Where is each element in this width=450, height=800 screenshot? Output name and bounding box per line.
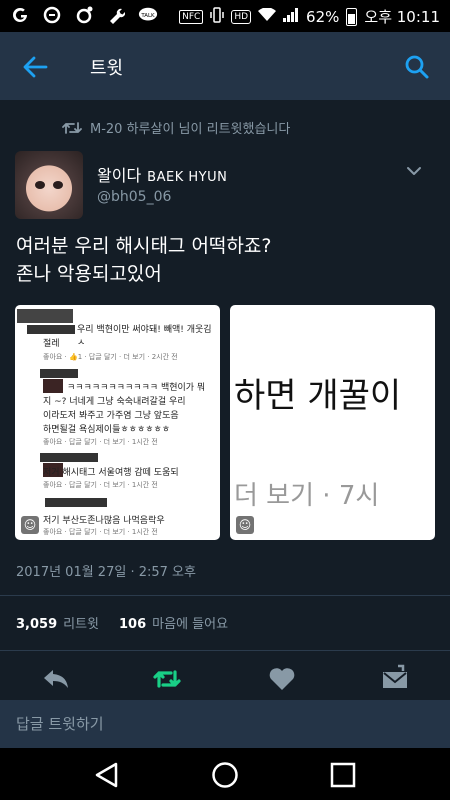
retweet-count: 3,059 <box>16 617 58 632</box>
like-count-label: 마음에 들어요 <box>152 617 229 632</box>
kakaotalk-icon: TALK <box>138 5 158 25</box>
heart-icon[interactable] <box>267 664 297 694</box>
s-icon <box>42 5 62 25</box>
reply-composer[interactable]: 답글 트윗하기 <box>0 700 450 748</box>
media-image-1[interactable]: 우리 백현이만 써야돼! 빼액! 개웃김 ㅅ 절레 좋아요 · 👍1 · 답글 … <box>15 305 220 540</box>
talk-label: TALK <box>140 13 155 19</box>
author-handle[interactable]: @bh05_06 <box>97 189 171 205</box>
comment-meta: 좋아요 · 👍1 · 답글 달기 · 더 보기 · 2시간 전 <box>43 353 178 361</box>
settings-icon <box>74 5 94 25</box>
tweet-stats[interactable]: 3,059 리트윗 106 마음에 들어요 <box>16 613 228 632</box>
tweet-actions <box>0 660 450 700</box>
hd-icon: HD <box>231 9 252 24</box>
comment-text: ㅋㅋㅋㅋㅋㅋㅋㅋㅋㅋㅋ 백현이가 뭐 <box>67 383 206 393</box>
reply-input-placeholder[interactable]: 답글 트윗하기 <box>16 713 104 734</box>
tweet-timestamp: 2017년 01월 27일 · 2:57 오후 <box>16 565 196 580</box>
wrench-icon <box>106 5 126 25</box>
wifi-icon <box>258 6 277 26</box>
retweeted-by[interactable]: M-20 하루살이 님이 리트윗했습니다 <box>62 118 290 137</box>
reply-icon[interactable] <box>41 664 71 694</box>
nav-back-icon[interactable] <box>92 760 122 790</box>
vibrate-icon <box>210 6 225 27</box>
nav-recents-icon[interactable] <box>328 760 358 790</box>
nfc-icon: NFC <box>179 9 204 24</box>
app-bar: 트윗 <box>0 32 450 100</box>
comment-text: 지 ~? 너네게 그냥 숙숙내려갈걸 우리 <box>43 397 186 407</box>
direct-message-icon[interactable] <box>380 664 410 694</box>
battery-percent: 62% <box>306 7 340 26</box>
comment-text: 저기 부산도존나많음 나먹음락우 <box>43 516 165 526</box>
display-name: 왈이다 <box>97 166 142 185</box>
retweet-icon[interactable] <box>152 664 182 694</box>
nav-home-icon[interactable] <box>210 760 240 790</box>
signal-icon <box>283 7 299 26</box>
sticker-icon[interactable]: ☺ <box>236 516 254 534</box>
comment-text: 이라도저 봐주고 가주염 그냥 앞도음 <box>43 411 179 421</box>
g-icon <box>10 5 30 25</box>
comment-meta: 좋아요 · 답글 달기 · 더 보기 · 1시간 전 <box>43 481 158 489</box>
chevron-down-icon[interactable] <box>406 165 422 177</box>
comment-meta: 좋아요 · 답글 달기 · 더 보기 · 1시간 전 <box>43 438 158 446</box>
retweeted-by-text: M-20 하루살이 님이 리트윗했습니다 <box>90 122 291 137</box>
comment-text: 저거 해시태그 서울여행 감떼 도움되 <box>43 468 179 478</box>
clock: 오후 10:11 <box>364 8 440 26</box>
like-count: 106 <box>119 617 147 632</box>
tweet-text-line: 존나 악용되고있어 <box>16 263 162 285</box>
arrow-left-icon[interactable] <box>22 54 48 80</box>
media-big-text: 하면 개꿀이 <box>234 376 402 416</box>
media-small-text: 더 보기 · 7시 <box>234 481 380 511</box>
divider <box>0 595 450 596</box>
divider <box>0 650 450 651</box>
status-bar: TALK NFC HD 62% 오후 10:11 <box>0 0 450 32</box>
tweet-text-line: 여러분 우리 해시태그 어떡하죠? <box>16 235 272 257</box>
retweet-small-icon <box>62 121 82 134</box>
page-title: 트윗 <box>90 58 124 79</box>
battery-icon <box>346 7 358 26</box>
sticker-icon[interactable]: ☺ <box>21 516 39 534</box>
media-image-2[interactable]: 하면 개꿀이 더 보기 · 7시 ☺ <box>230 305 435 540</box>
comment-meta: 좋아요 · 답글 달기 · 더 보기 · 1시간 전 <box>43 528 158 536</box>
tweet-text: 여러분 우리 해시태그 어떡하죠? 존나 악용되고있어 <box>16 232 271 288</box>
android-nav-bar <box>0 748 450 800</box>
comment-text: 절레 <box>43 339 60 349</box>
display-name-en: BAEK HYUN <box>147 170 228 185</box>
comment-text: 하면될걸 욕심제이들ㅎㅎㅎㅎㅎㅎ <box>43 425 171 435</box>
author-name[interactable]: 왈이다 BAEK HYUN <box>97 162 227 186</box>
search-icon[interactable] <box>404 54 430 80</box>
comment-text: 우리 백현이만 써야돼! 빼액! 개웃김 ㅅ <box>77 325 212 348</box>
avatar[interactable] <box>15 151 83 219</box>
retweet-count-label: 리트윗 <box>63 617 100 632</box>
